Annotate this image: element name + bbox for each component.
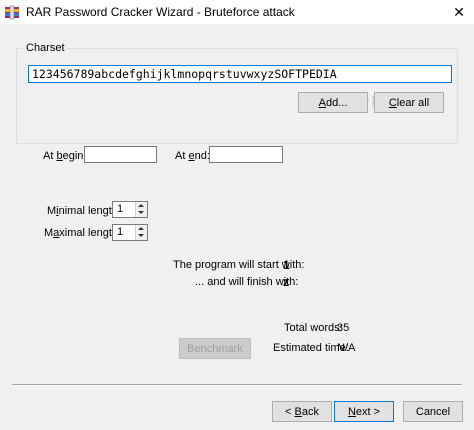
cancel-button[interactable]: Cancel <box>403 401 463 422</box>
spin-up-icon[interactable] <box>138 227 144 230</box>
start-with-value: 1 <box>283 258 290 272</box>
maximal-length-spinner[interactable]: 1 <box>112 224 148 241</box>
window-title: RAR Password Cracker Wizard - Bruteforce… <box>26 5 295 19</box>
close-icon[interactable]: ✕ <box>444 0 474 24</box>
minimal-length-spinner[interactable]: 1 <box>112 201 148 218</box>
at-begin-label: At begin: <box>43 150 87 162</box>
footer-separator <box>12 384 462 386</box>
spin-down-icon[interactable] <box>138 211 144 214</box>
maximal-length-spin-buttons[interactable] <box>135 225 147 240</box>
charset-group-label: Charset <box>24 42 67 54</box>
maximal-length-label: Maximal length: <box>44 227 122 239</box>
title-bar: RAR Password Cracker Wizard - Bruteforce… <box>0 0 474 24</box>
charset-value: 123456789abcdefghijklmnopqrstuvwxyzSOFTP… <box>32 67 337 81</box>
at-end-input[interactable] <box>209 146 283 163</box>
minimal-length-spin-buttons[interactable] <box>135 202 147 217</box>
estimated-time-value: N/A <box>337 342 356 354</box>
spin-down-icon[interactable] <box>138 234 144 237</box>
finish-with-value: z <box>283 275 289 289</box>
add-button[interactable]: Add... <box>298 92 368 113</box>
at-begin-input[interactable] <box>84 146 157 163</box>
charset-input[interactable]: 123456789abcdefghijklmnopqrstuvwxyzSOFTP… <box>28 65 452 83</box>
next-button[interactable]: Next > <box>334 401 394 422</box>
total-words-value: 35 <box>337 322 350 334</box>
wizard-client-area: Charset 123456789abcdefghijklmnopqrstuvw… <box>0 24 474 430</box>
at-end-label: At end: <box>175 150 210 162</box>
benchmark-button[interactable]: Benchmark <box>179 338 251 359</box>
clear-all-button[interactable]: Clear all <box>374 92 444 113</box>
rar-app-icon <box>5 5 19 20</box>
minimal-length-label: Minimal length: <box>47 205 121 217</box>
back-button[interactable]: < Back <box>272 401 332 422</box>
spin-up-icon[interactable] <box>138 204 144 207</box>
total-words-label: Total words: <box>284 322 343 334</box>
